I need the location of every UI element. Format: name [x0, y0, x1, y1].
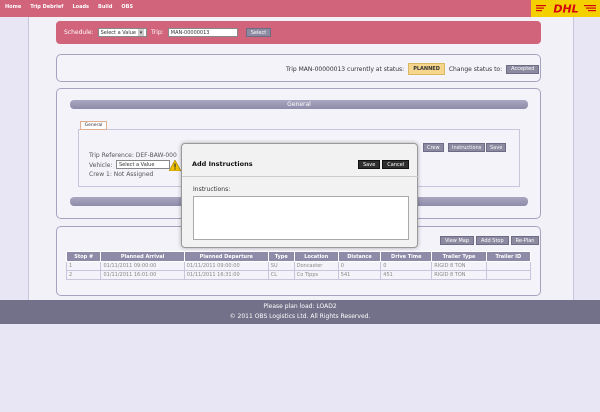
warning-icon: [169, 160, 181, 171]
col-trailer-type: Trailer Type: [431, 251, 487, 262]
cell: SU: [267, 261, 295, 271]
vehicle-select[interactable]: Select a Value: [116, 160, 170, 169]
change-status-label: Change status to:: [448, 65, 503, 73]
footer: Please plan load: LOAD2 © 2011 OBS Logis…: [0, 300, 600, 324]
main-nav: Home Trip Debrief Loads Build OBS: [5, 4, 133, 10]
cell: 541: [337, 270, 382, 280]
table-row[interactable]: 1 01/11/2011 09:00:00 01/11/2011 09:00:0…: [65, 261, 532, 271]
col-trailer-id: Trailer ID: [485, 251, 532, 262]
col-planned-departure: Planned Departure: [183, 251, 269, 262]
general-save-button[interactable]: Save: [486, 143, 507, 152]
cell: [485, 270, 532, 280]
crew-text: Crew 1: Not Assigned: [89, 171, 154, 178]
dhl-logo-mark: DHL: [535, 3, 596, 16]
instructions-label: Instructions:: [193, 186, 231, 193]
nav-home[interactable]: Home: [5, 4, 21, 10]
schedule-select[interactable]: Select a Value ▾: [97, 28, 147, 37]
dialog-divider: [182, 176, 419, 177]
status-row: Trip MAN-00000013 currently at status: P…: [286, 63, 540, 75]
cell: RIGID 8 TON: [431, 270, 487, 280]
schedule-label: Schedule:: [64, 29, 94, 36]
col-type: Type: [267, 251, 295, 262]
accepted-button[interactable]: Accepted: [506, 64, 540, 74]
instructions-button[interactable]: Instructions: [448, 143, 486, 152]
instructions-textarea[interactable]: [193, 196, 409, 240]
nav-build[interactable]: Build: [98, 4, 112, 10]
cell: RIGID 8 TON: [431, 261, 487, 271]
cell: 451: [380, 270, 433, 280]
re-plan-button[interactable]: Re-Plan: [510, 236, 540, 245]
nav-loads[interactable]: Loads: [72, 4, 89, 10]
dhl-logo: DHL: [531, 0, 600, 17]
nav-obs[interactable]: OBS: [121, 4, 133, 10]
col-stop: Stop #: [65, 251, 102, 262]
svg-text:DHL: DHL: [553, 3, 578, 16]
nav-trip-debrief[interactable]: Trip Debrief: [30, 4, 63, 10]
cell: 1: [65, 261, 102, 271]
chevron-down-icon: ▾: [138, 29, 144, 36]
cell: 01/11/2011 16:01:00: [100, 270, 185, 280]
select-button[interactable]: Select: [245, 28, 272, 37]
add-instructions-dialog: Add Instructions Save Cancel Instruction…: [181, 143, 419, 248]
col-location: Location: [293, 251, 339, 262]
cell: Co Tipps: [293, 270, 339, 280]
cell: CL: [267, 270, 295, 280]
col-distance: Distance: [337, 251, 382, 262]
col-drive-time: Drive Time: [380, 251, 433, 262]
table-header-row: Stop # Planned Arrival Planned Departure…: [65, 251, 532, 262]
table-row[interactable]: 2 01/11/2011 16:01:00 01/11/2011 16:31:0…: [65, 270, 532, 280]
stops-buttons: View Map Add Stop Re-Plan: [440, 236, 540, 245]
cell: 01/11/2011 16:31:00: [183, 270, 269, 280]
schedule-select-value: Select a Value: [100, 29, 136, 36]
status-text: Trip MAN-00000013 currently at status:: [286, 65, 405, 73]
view-map-button[interactable]: View Map: [440, 236, 475, 245]
dialog-buttons: Save Cancel: [358, 160, 410, 169]
footer-copyright: © 2011 OBS Logistics Ltd. All Rights Res…: [229, 313, 371, 320]
stops-table: Stop # Planned Arrival Planned Departure…: [65, 251, 532, 280]
cell: [485, 261, 532, 271]
dialog-save-button[interactable]: Save: [358, 160, 381, 169]
footer-message: Please plan load: LOAD2: [263, 303, 337, 310]
crew-button[interactable]: Crew: [423, 143, 444, 152]
trip-input[interactable]: MAN-00000013: [167, 28, 238, 37]
cell: 01/11/2011 09:00:00: [100, 261, 185, 271]
general-header: General: [70, 100, 528, 109]
cell: 01/11/2011 09:00:00: [183, 261, 269, 271]
cell: 0: [380, 261, 433, 271]
cell: 2: [65, 270, 102, 280]
top-bar: Home Trip Debrief Loads Build OBS DHL: [0, 0, 600, 17]
cell: 0: [337, 261, 382, 271]
dialog-cancel-button[interactable]: Cancel: [382, 160, 410, 169]
trip-reference: Trip Reference: DEF-BAW-000: [89, 152, 177, 159]
vehicle-select-value: Select a Value: [119, 161, 155, 168]
schedule-bar: Schedule: Select a Value ▾ Trip: MAN-0000…: [56, 21, 541, 44]
col-planned-arrival: Planned Arrival: [100, 251, 185, 262]
vehicle-label: Vehicle:: [89, 162, 113, 169]
dialog-title: Add Instructions: [192, 160, 253, 168]
add-stop-button[interactable]: Add Stop: [476, 236, 509, 245]
trip-label: Trip:: [151, 29, 164, 36]
status-badge: PLANNED: [408, 63, 445, 75]
tab-general[interactable]: General: [80, 121, 107, 130]
cell: Doncaster: [293, 261, 339, 271]
